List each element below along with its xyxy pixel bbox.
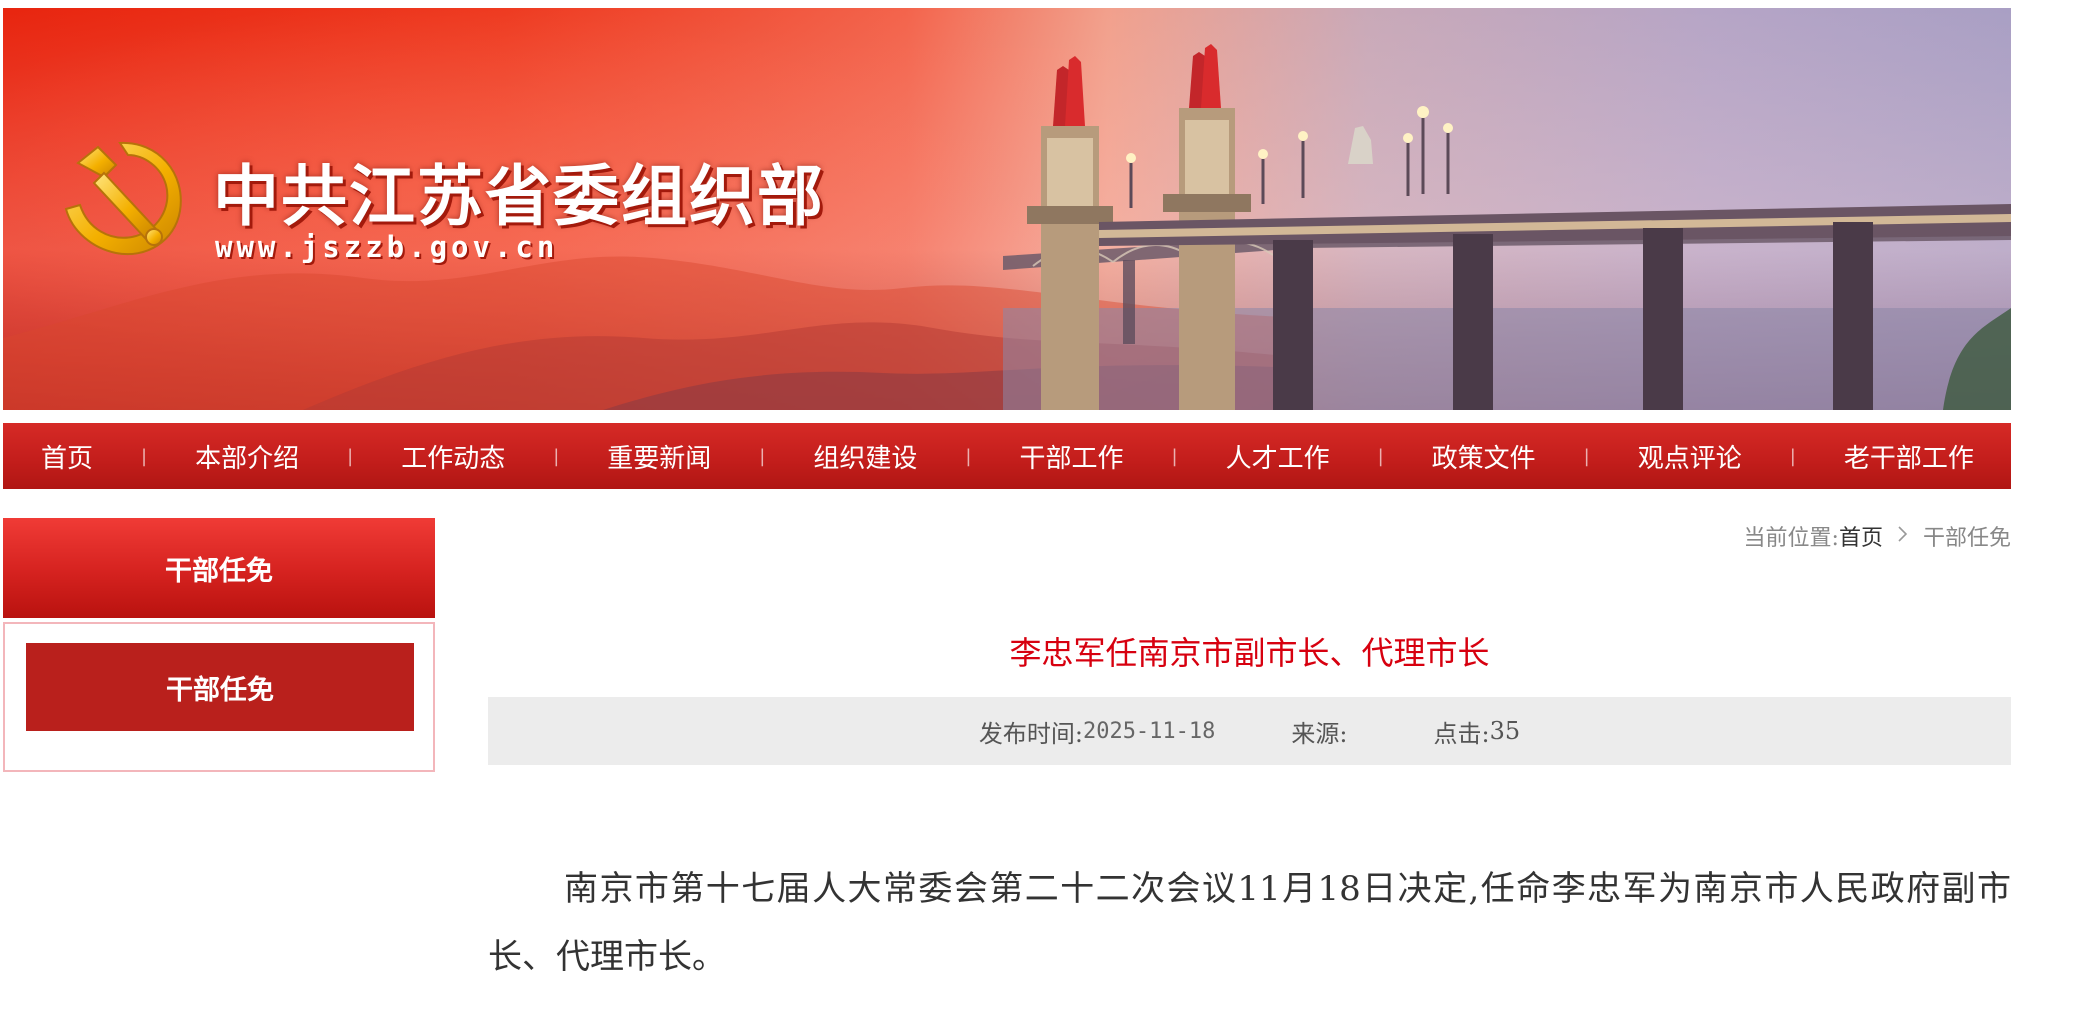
publish-date-label: 发布时间: <box>978 719 1083 748</box>
nav-separator: | <box>347 445 354 467</box>
nav-item-label: 政策文件 <box>1431 443 1536 474</box>
source-label: 来源: <box>1291 719 1348 748</box>
sidebar-menu: 干部任免 <box>3 622 435 772</box>
nav-separator: | <box>1583 445 1590 467</box>
nav-item-commentary[interactable]: 观点评论 | <box>1624 423 1830 489</box>
nav-item-label: 重要新闻 <box>607 443 712 474</box>
nav-item-label: 观点评论 <box>1637 443 1742 474</box>
nav-item-label: 干部工作 <box>1019 443 1124 474</box>
nav-separator: | <box>1171 445 1178 467</box>
main-nav: 首页 | 本部介绍 | 工作动态 | 重要新闻 | 组织建设 | 干部工作 | 人才工作 | … <box>3 423 2028 489</box>
site-url: www.jszzb.gov.cn <box>215 230 559 264</box>
nav-item-label: 组织建设 <box>813 443 918 474</box>
nav-item-policy[interactable]: 政策文件 | <box>1418 423 1624 489</box>
nav-separator: | <box>141 445 148 467</box>
bridge-illustration <box>1003 44 2011 410</box>
nav-item-important-news[interactable]: 重要新闻 | <box>593 423 799 489</box>
sidebar-item-cadre-appointments[interactable]: 干部任免 <box>26 643 414 731</box>
page: 中共江苏省委组织部 www.jszzb.gov.cn 首页 | 本部介绍 | 工作动… <box>3 0 2028 1016</box>
nav-item-label: 本部介绍 <box>195 443 300 474</box>
chevron-right-icon <box>1897 524 1909 549</box>
article-body: 南京市第十七届人大常委会第二十二次会议11月18日决定,任命李忠军为南京市人民政… <box>488 869 2011 977</box>
nav-item-label: 人才工作 <box>1225 443 1330 474</box>
nav-item-talent-work[interactable]: 人才工作 | <box>1212 423 1418 489</box>
article-title: 李忠军任南京市副市长、代理市长 <box>1009 634 1490 672</box>
sidebar-title: 干部任免 <box>3 518 435 618</box>
nav-item-label: 工作动态 <box>401 443 506 474</box>
publish-date: 2025-11-18 <box>1082 718 1216 744</box>
breadcrumb: 当前位置: 首页 干部任免 <box>1744 520 2011 552</box>
article-meta: 发布时间: 2025-11-18 来源: 点击: 35 <box>488 697 2011 765</box>
breadcrumb-current: 干部任免 <box>1922 526 2011 551</box>
nav-item-work-news[interactable]: 工作动态 | <box>387 423 593 489</box>
nav-item-retired-cadres[interactable]: 老干部工作 | <box>1830 423 2062 489</box>
nav-item-cadre-work[interactable]: 干部工作 | <box>1005 423 1211 489</box>
nav-item-label: 老干部工作 <box>1843 443 1974 474</box>
nav-separator: | <box>1789 445 1796 467</box>
breadcrumb-home-link[interactable]: 首页 <box>1839 520 1883 552</box>
header-banner: 中共江苏省委组织部 www.jszzb.gov.cn <box>3 8 2011 410</box>
nav-separator: | <box>759 445 766 467</box>
site-name[interactable]: 中共江苏省委组织部 <box>213 143 825 239</box>
nav-separator: | <box>965 445 972 467</box>
clicks-count: 35 <box>1489 717 1521 745</box>
nav-separator: | <box>1377 445 1384 467</box>
nav-item-organization[interactable]: 组织建设 | <box>799 423 1005 489</box>
clicks-label: 点击: <box>1433 719 1490 748</box>
nav-item-label: 首页 <box>41 443 94 474</box>
nav-item-about[interactable]: 本部介绍 | <box>181 423 387 489</box>
nav-separator: | <box>553 445 560 467</box>
nav-separator: | <box>2021 445 2028 467</box>
nav-item-home[interactable]: 首页 | <box>27 423 181 489</box>
breadcrumb-prefix: 当前位置: <box>1743 526 1839 551</box>
hammer-sickle-icon <box>64 141 182 256</box>
